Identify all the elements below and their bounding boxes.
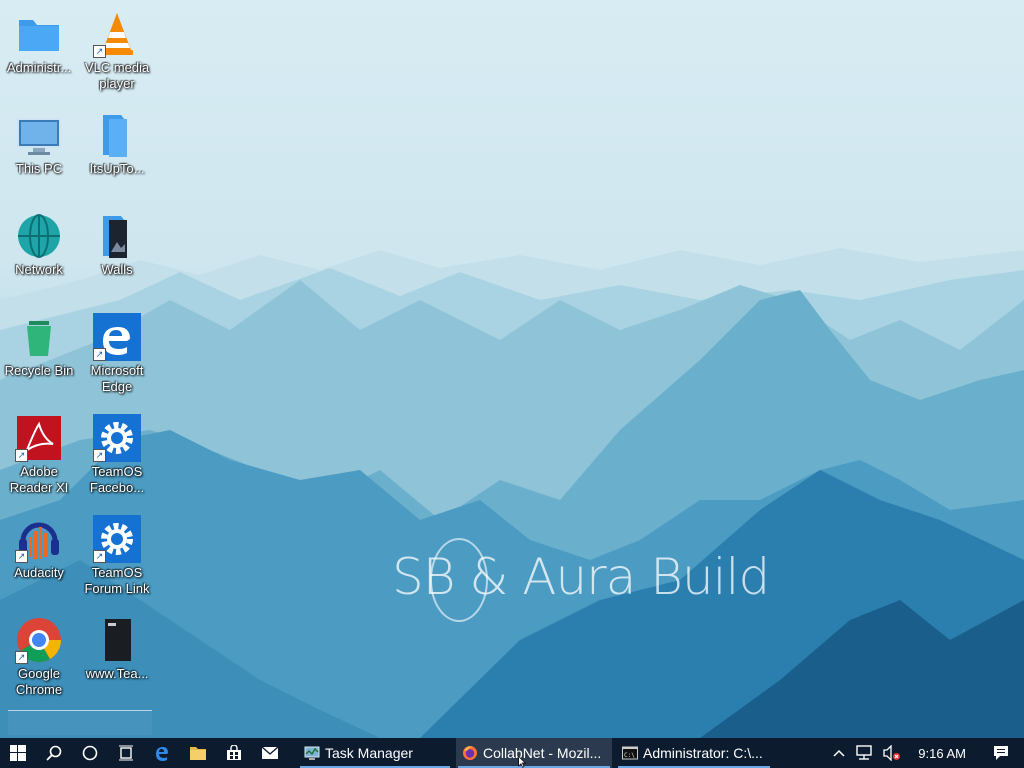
chrome-icon: ↗ <box>15 616 63 664</box>
desktop-icon-label: Walls <box>101 262 133 277</box>
desktop-icon-teamos-forum-link[interactable]: ↗ TeamOS Forum Link <box>78 509 156 597</box>
task-view-icon[interactable] <box>108 738 144 768</box>
globe-icon <box>15 212 63 260</box>
cmd-icon: C:\ <box>622 746 638 760</box>
desktop-icon-network[interactable]: Network <box>0 206 78 278</box>
start-icon[interactable] <box>0 738 36 768</box>
shortcut-arrow-icon: ↗ <box>93 45 106 58</box>
desktop-icon-label: Administr... <box>6 60 72 75</box>
shortcut-arrow-icon: ↗ <box>15 651 28 664</box>
volume-muted-icon[interactable] <box>878 738 906 768</box>
mail-icon[interactable] <box>252 738 288 768</box>
desktop-icon-walls[interactable]: Walls <box>78 206 156 278</box>
shortcut-arrow-icon: ↗ <box>93 449 106 462</box>
taskbar-clock[interactable]: 9:16 AM <box>906 746 978 761</box>
desktop-icon-label: Network <box>15 262 63 277</box>
task-button-firefox[interactable]: CollabNet - Mozil... <box>456 738 612 768</box>
gear-icon: ↗ <box>93 414 141 462</box>
gear-icon: ↗ <box>93 515 141 563</box>
desktop-icon-teamos-facebook[interactable]: ↗ TeamOS Facebo... <box>78 408 156 496</box>
file-explorer-icon[interactable] <box>180 738 216 768</box>
folder-icon <box>15 10 63 58</box>
search-icon[interactable] <box>36 738 72 768</box>
audacity-icon: ↗ <box>15 515 63 563</box>
desktop-icon-label: This PC <box>15 161 63 176</box>
desktop-icon-label: www.Tea... <box>85 666 149 681</box>
store-icon[interactable] <box>216 738 252 768</box>
cortana-icon[interactable] <box>72 738 108 768</box>
desktop-icon-this-pc[interactable]: This PC <box>0 105 78 177</box>
desktop-icon-microsoft-edge[interactable]: ↗ Microsoft Edge <box>78 307 156 395</box>
network-icon[interactable] <box>850 738 878 768</box>
desktop-icon-label: VLC media player <box>84 60 150 91</box>
firefox-icon <box>463 746 477 760</box>
edge-icon[interactable] <box>144 738 180 768</box>
vlc-icon: ↗ <box>93 10 141 58</box>
desktop-icon-label: Microsoft Edge <box>90 363 144 394</box>
folder-icon <box>93 212 141 260</box>
taskbar: Task Manager CollabNet - Mozil... C:\ Ad… <box>0 738 1024 768</box>
desktop[interactable]: SB & Aura Build Administr... This PC Net… <box>0 0 1024 738</box>
desktop-icon-label: Adobe Reader XI <box>9 464 69 495</box>
task-button-task-manager[interactable]: Task Manager <box>298 738 452 768</box>
desktop-icon-adobe-reader[interactable]: ↗ Adobe Reader XI <box>0 408 78 496</box>
desktop-icon-label: TeamOS Forum Link <box>84 565 150 596</box>
task-button-label: Task Manager <box>325 745 413 761</box>
task-button-label: Administrator: C:\... <box>643 745 763 761</box>
recycle-bin-icon <box>15 313 63 361</box>
shortcut-arrow-icon: ↗ <box>93 550 106 563</box>
chevron-up-icon[interactable] <box>828 738 850 768</box>
desktop-icon-itsupto[interactable]: ItsUpTo... <box>78 105 156 177</box>
shortcut-arrow-icon: ↗ <box>93 348 106 361</box>
system-tray: 9:16 AM <box>828 738 1024 768</box>
desktop-icon-administrator[interactable]: Administr... <box>0 4 78 76</box>
desktop-icon-vlc[interactable]: ↗ VLC media player <box>78 4 156 92</box>
task-button-label: CollabNet - Mozil... <box>483 745 602 761</box>
edge-icon: ↗ <box>93 313 141 361</box>
shortcut-arrow-icon: ↗ <box>15 449 28 462</box>
shortcut-arrow-icon: ↗ <box>15 550 28 563</box>
desktop-icon-label: Google Chrome <box>15 666 63 697</box>
desktop-icon-label: ItsUpTo... <box>89 161 145 176</box>
adobe-reader-icon: ↗ <box>15 414 63 462</box>
desktop-icon-google-chrome[interactable]: ↗ Google Chrome <box>0 610 78 698</box>
monitor-icon <box>15 111 63 159</box>
desktop-icon-recycle-bin[interactable]: Recycle Bin <box>0 307 78 379</box>
mouse-cursor-icon <box>518 756 527 768</box>
desktop-icon-www-teamos[interactable]: www.Tea... <box>78 610 156 682</box>
action-center-icon[interactable] <box>978 738 1024 768</box>
svg-text:C:\: C:\ <box>624 752 635 759</box>
task-manager-icon <box>304 746 320 760</box>
desktop-icon-label: Audacity <box>14 565 64 580</box>
document-icon <box>93 616 141 664</box>
desktop-icon-label: Recycle Bin <box>4 363 74 378</box>
folder-icon <box>93 111 141 159</box>
wallpaper-watermark: SB & Aura Build <box>392 548 770 606</box>
desktop-icon-label: TeamOS Facebo... <box>89 464 145 495</box>
task-button-command-prompt[interactable]: C:\ Administrator: C:\... <box>616 738 772 768</box>
desktop-selection-area <box>8 710 152 735</box>
desktop-icon-audacity[interactable]: ↗ Audacity <box>0 509 78 581</box>
